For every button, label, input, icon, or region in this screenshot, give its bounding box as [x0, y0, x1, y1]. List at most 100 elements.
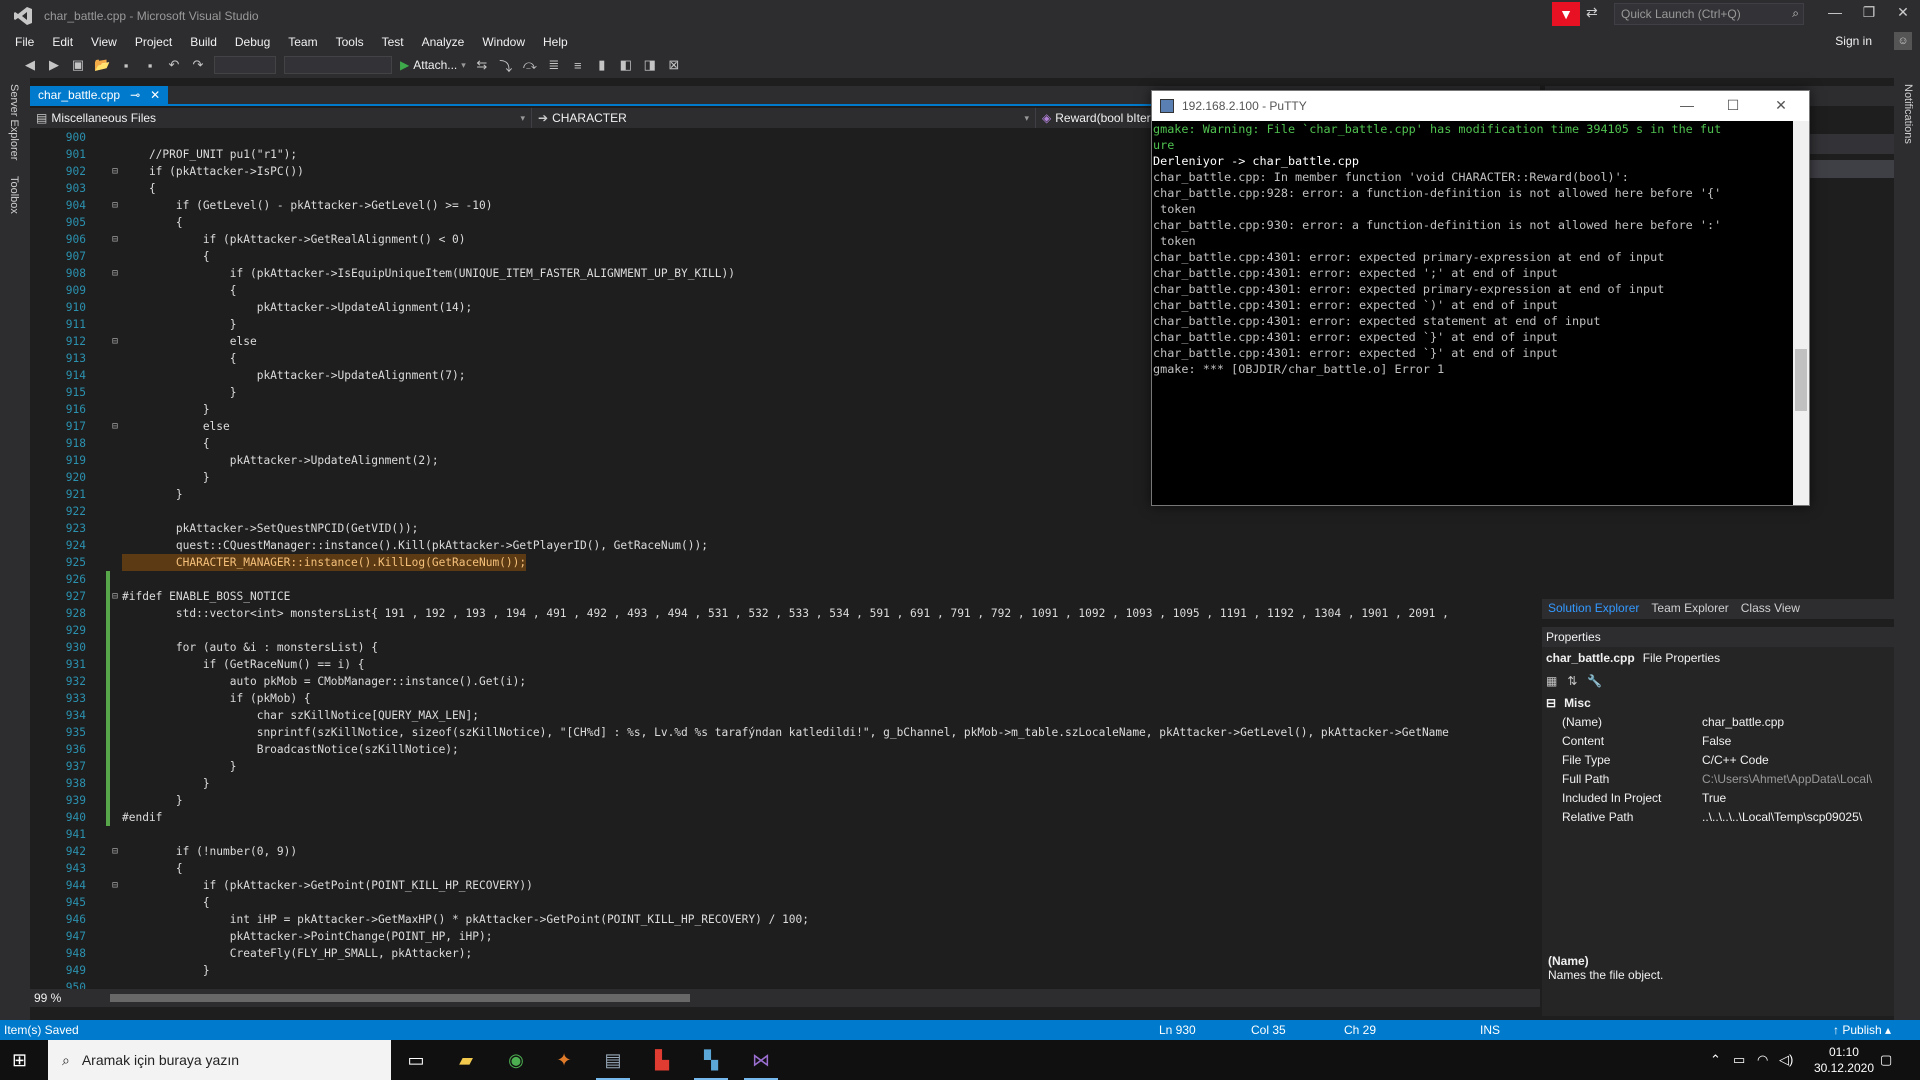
next-bookmark-icon[interactable]: ◨ [642, 57, 658, 73]
property-value[interactable]: ..\..\..\..\Local\Temp\scp09025\ [1702, 810, 1894, 824]
clear-bookmarks-icon[interactable]: ⊠ [666, 57, 682, 73]
properties-object-selector[interactable]: char_battle.cpp File Properties [1542, 647, 1894, 669]
platform-combo[interactable] [284, 56, 392, 74]
project-combo[interactable]: ▤ Miscellaneous Files ▾ [30, 108, 532, 128]
server-explorer-tab[interactable]: Server Explorer [8, 84, 20, 160]
bookmark-icon[interactable]: ▮ [594, 57, 610, 73]
action-center-icon[interactable]: ▢ [1880, 1052, 1892, 1068]
code-line[interactable]: 933 if (pkMob) { [30, 690, 1525, 707]
code-line[interactable]: 944 ⊟ if (pkAttacker->GetPoint(POINT_KILL… [30, 877, 1525, 894]
tab-class-view[interactable]: Class View [1735, 599, 1806, 619]
volume-icon[interactable]: ◁) [1779, 1052, 1793, 1068]
notifications-tab[interactable]: Notifications [1902, 84, 1914, 144]
new-project-icon[interactable]: ▣ [70, 57, 86, 73]
taskbar-search-input[interactable]: ⌕ Aramak için buraya yazın [48, 1040, 391, 1080]
zoom-level[interactable]: 99 % [30, 991, 90, 1005]
putty-minimize-button[interactable]: — [1667, 97, 1707, 113]
code-line[interactable]: 934 char szKillNotice[QUERY_MAX_LEN]; [30, 707, 1525, 724]
feedback-icon[interactable]: ⇄ [1586, 4, 1598, 21]
fold-toggle-icon[interactable]: ⊟ [112, 333, 118, 350]
code-line[interactable]: 948 CreateFly(FLY_HP_SMALL, pkAttacker); [30, 945, 1525, 962]
menu-view[interactable]: View [82, 35, 126, 49]
code-line[interactable]: 941 [30, 826, 1525, 843]
code-line[interactable]: 939 } [30, 792, 1525, 809]
putty-maximize-button[interactable]: ☐ [1713, 97, 1753, 114]
taskbar-clock[interactable]: 01:10 30.12.2020 [1814, 1044, 1874, 1076]
winscp-icon[interactable]: ▚ [694, 1046, 728, 1080]
code-line[interactable]: 940 #endif [30, 809, 1525, 826]
menu-debug[interactable]: Debug [226, 35, 279, 49]
windows-start-icon[interactable]: ⊞ [12, 1050, 27, 1071]
menu-analyze[interactable]: Analyze [413, 35, 474, 49]
property-value[interactable]: True [1702, 791, 1894, 805]
code-line[interactable]: 950 [30, 979, 1525, 989]
minimize-button[interactable]: — [1820, 4, 1850, 20]
property-pages-icon[interactable]: 🔧 [1587, 674, 1602, 688]
step-into-icon[interactable]: ⤵ [498, 56, 514, 75]
property-row[interactable]: Relative Path ..\..\..\..\Local\Temp\scp0… [1542, 807, 1894, 826]
redo-icon[interactable]: ↷ [190, 57, 206, 73]
chrome-icon[interactable]: ◉ [499, 1046, 533, 1074]
code-line[interactable]: 937 } [30, 758, 1525, 775]
restore-button[interactable]: ❐ [1854, 4, 1884, 21]
step-over-icon[interactable]: ⤼ [522, 57, 538, 73]
attach-button[interactable]: ▶ Attach... ▾ [400, 58, 466, 72]
code-line[interactable]: 929 [30, 622, 1525, 639]
property-value[interactable]: False [1702, 734, 1894, 748]
outdent-icon[interactable]: ≡ [570, 58, 586, 73]
code-line[interactable]: 935 snprintf(szKillNotice, sizeof(szKill… [30, 724, 1525, 741]
sign-in-link[interactable]: Sign in [1835, 34, 1872, 48]
save-icon[interactable]: ▪ [118, 58, 134, 73]
account-icon[interactable]: ☺ [1894, 32, 1912, 50]
menu-build[interactable]: Build [181, 35, 226, 49]
property-row[interactable]: Included In Project True [1542, 788, 1894, 807]
member-combo[interactable]: ◈ Reward(bool bIter [1036, 108, 1170, 128]
tab-char-battle-cpp[interactable]: char_battle.cpp ⊸ ✕ [30, 86, 169, 104]
putty-scrollbar-thumb[interactable] [1795, 349, 1807, 411]
property-value[interactable]: C/C++ Code [1702, 753, 1894, 767]
filezilla-icon[interactable]: ✦ [547, 1046, 581, 1074]
code-line[interactable]: 949 } [30, 962, 1525, 979]
menu-team[interactable]: Team [279, 35, 326, 49]
menu-edit[interactable]: Edit [43, 35, 82, 49]
fold-toggle-icon[interactable]: ⊟ [112, 197, 118, 214]
battery-icon[interactable]: ▭ [1733, 1052, 1745, 1068]
quick-launch-input[interactable]: Quick Launch (Ctrl+Q) ⌕ [1614, 3, 1804, 25]
property-row[interactable]: (Name) char_battle.cpp [1542, 712, 1894, 731]
putty-window[interactable]: 192.168.2.100 - PuTTY — ☐ ✕ gmake: Warni… [1151, 90, 1810, 506]
save-all-icon[interactable]: ▪ [142, 58, 158, 73]
fold-toggle-icon[interactable]: ⊟ [112, 877, 118, 894]
code-line[interactable]: 930 for (auto &i : monstersList) { [30, 639, 1525, 656]
property-value[interactable]: C:\Users\Ahmet\AppData\Local\ [1702, 772, 1894, 786]
code-line[interactable]: 923 pkAttacker->SetQuestNPCID(GetVID()); [30, 520, 1525, 537]
code-line[interactable]: 925 CHARACTER_MANAGER::instance().KillLo… [30, 554, 1525, 571]
task-view-icon[interactable]: ▭ [399, 1046, 433, 1074]
horizontal-scrollbar-thumb[interactable] [110, 994, 690, 1002]
fold-toggle-icon[interactable]: ⊟ [112, 265, 118, 282]
file-explorer-icon[interactable]: ▰ [449, 1046, 483, 1074]
code-line[interactable]: 947 pkAttacker->PointChange(POINT_HP, iH… [30, 928, 1525, 945]
properties-category[interactable]: ⊟ Misc [1542, 693, 1894, 712]
close-button[interactable]: ✕ [1888, 4, 1918, 21]
visual-studio-taskbar-icon[interactable]: ⋈ [744, 1046, 778, 1080]
close-icon[interactable]: ✕ [150, 88, 160, 102]
menu-window[interactable]: Window [473, 35, 534, 49]
tray-chevron-up-icon[interactable]: ⌃ [1710, 1052, 1721, 1068]
property-row[interactable]: Content False [1542, 731, 1894, 750]
alphabetical-icon[interactable]: ⇅ [1567, 674, 1577, 688]
code-line[interactable]: 931 if (GetRaceNum() == i) { [30, 656, 1525, 673]
tab-team-explorer[interactable]: Team Explorer [1645, 599, 1734, 619]
indent-icon[interactable]: ≣ [546, 57, 562, 73]
undo-icon[interactable]: ↶ [166, 57, 182, 73]
scope-combo[interactable]: ➔ CHARACTER ▾ [532, 108, 1036, 128]
putty-close-button[interactable]: ✕ [1761, 97, 1801, 114]
property-row[interactable]: Full Path C:\Users\Ahmet\AppData\Local\ [1542, 769, 1894, 788]
filter-icon[interactable]: ▼ [1552, 2, 1580, 26]
menu-tools[interactable]: Tools [327, 35, 373, 49]
code-line[interactable]: 945 { [30, 894, 1525, 911]
categorized-icon[interactable]: ▦ [1546, 674, 1557, 688]
menu-help[interactable]: Help [534, 35, 577, 49]
open-file-icon[interactable]: 📂 [94, 57, 110, 73]
navicat-icon[interactable]: ▙ [645, 1046, 679, 1074]
browser-link-icon[interactable]: ⇆ [474, 57, 490, 73]
